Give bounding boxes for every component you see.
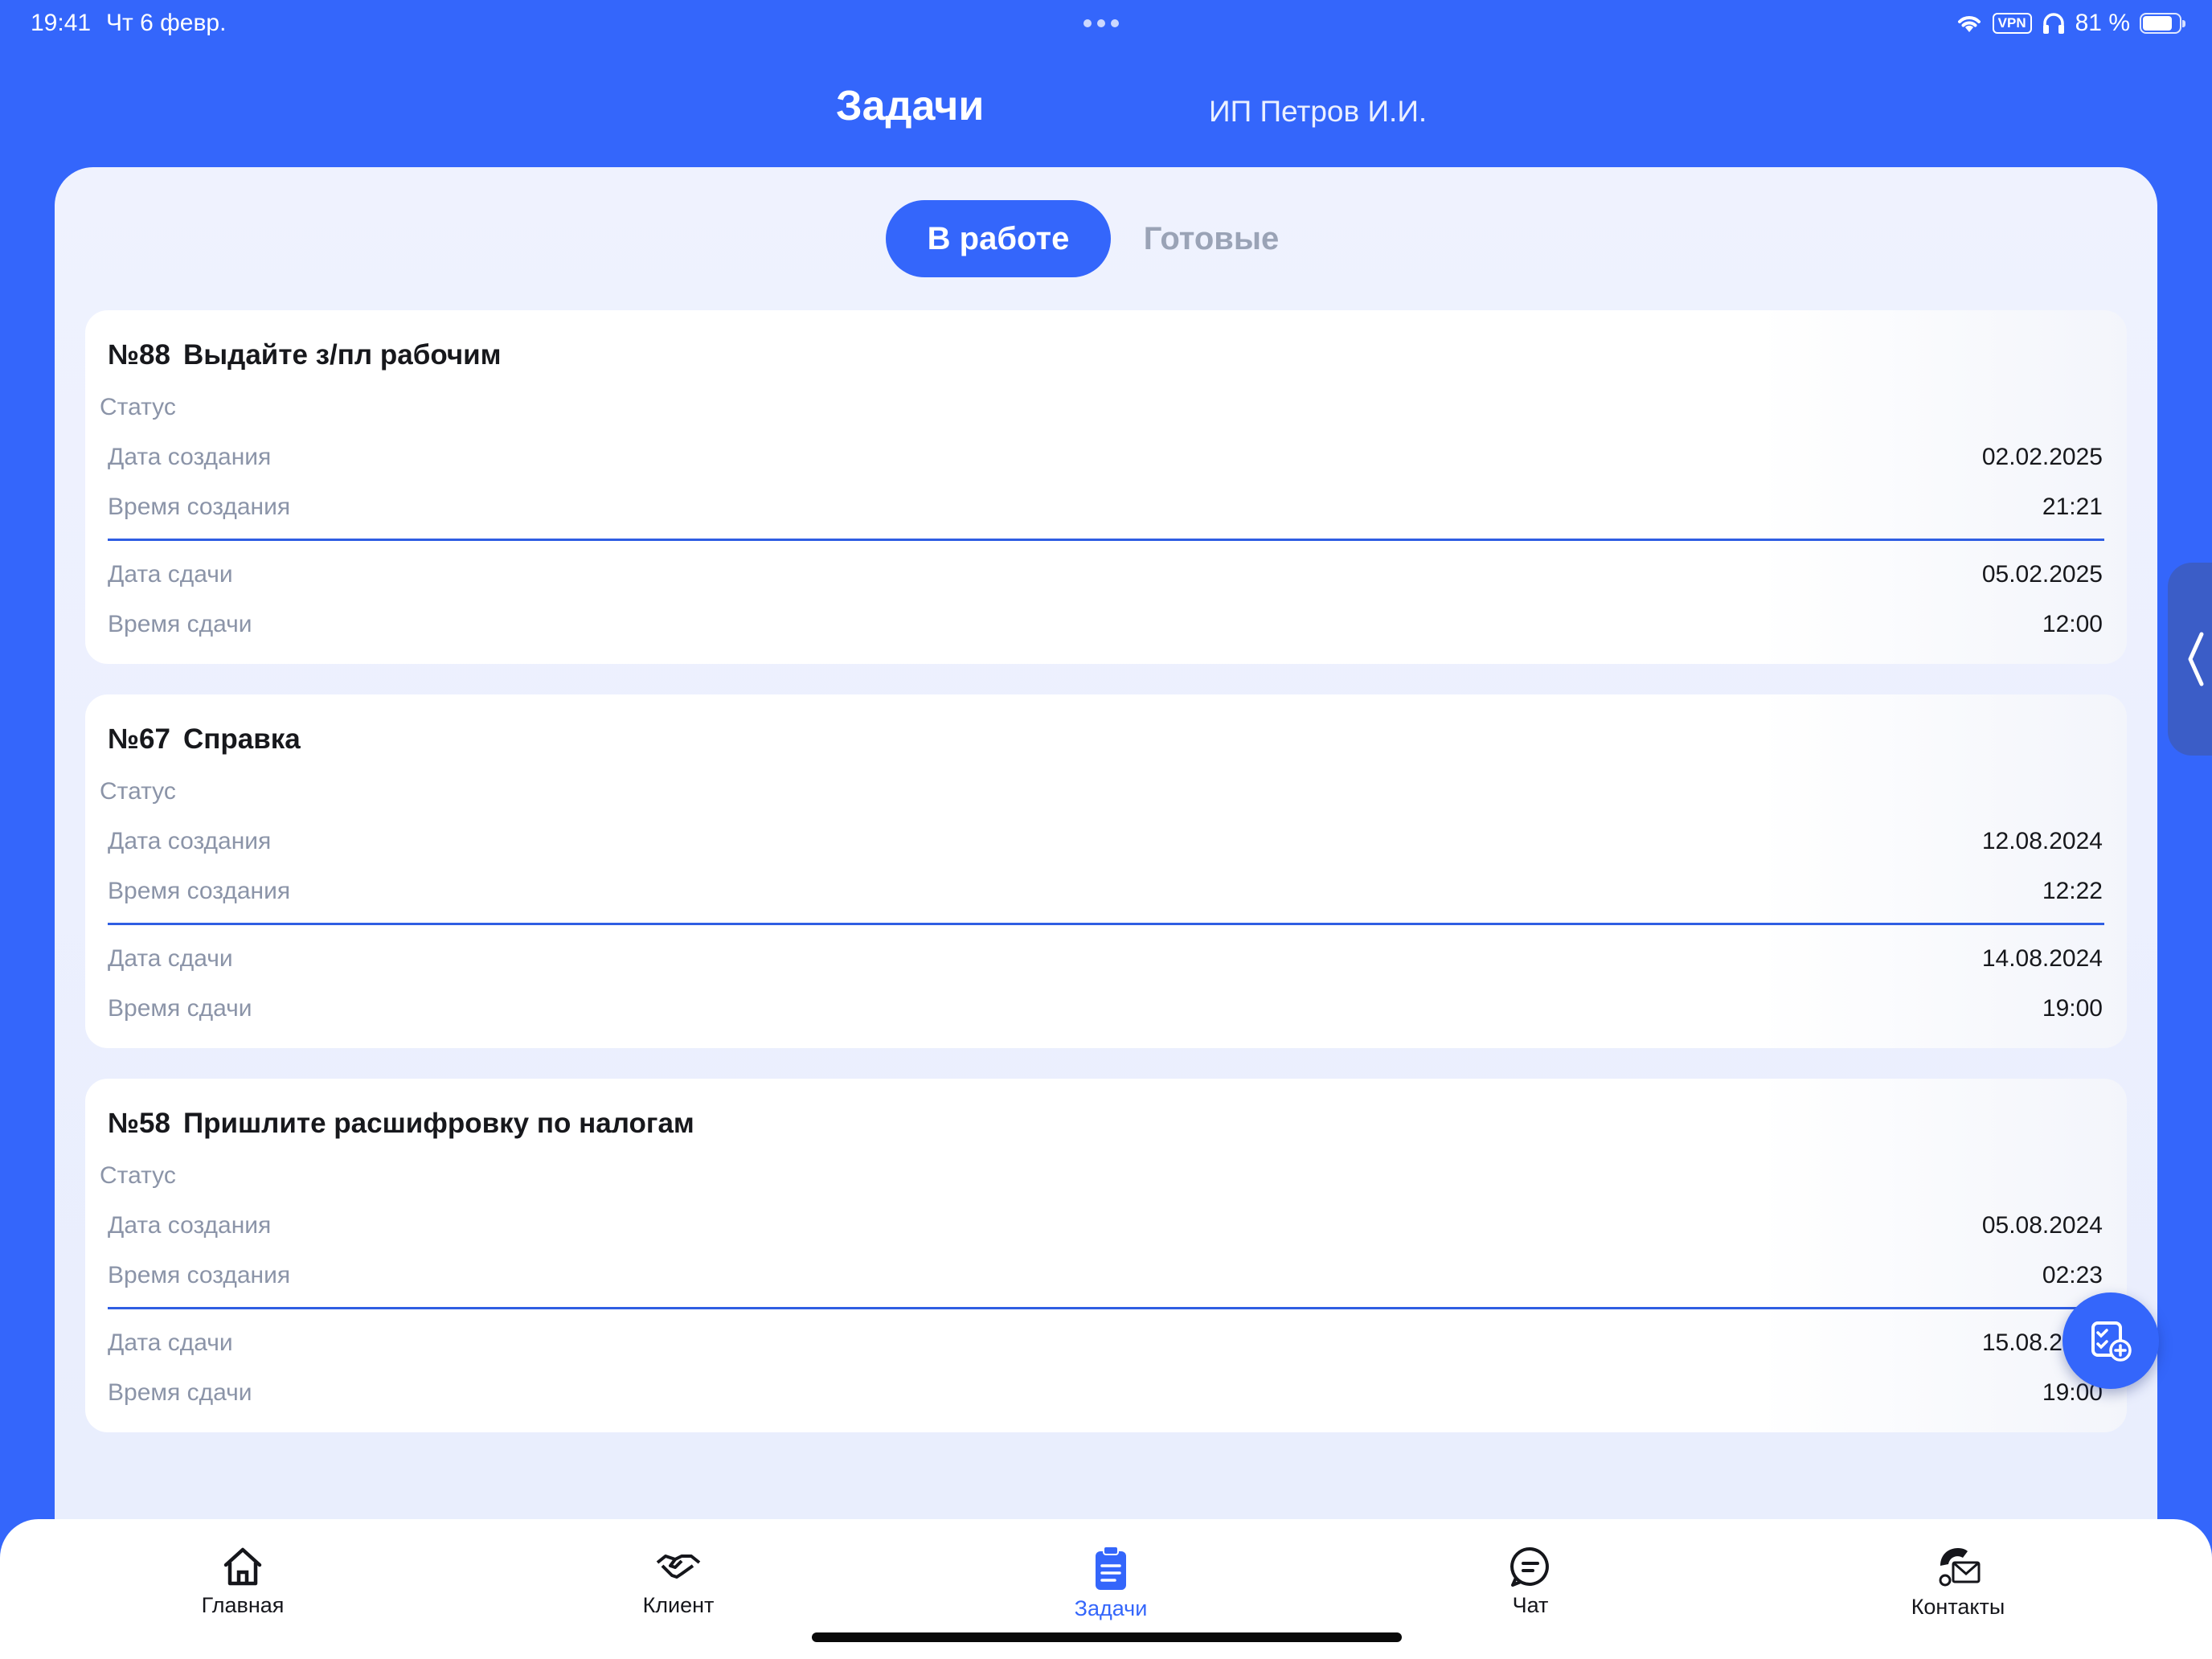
- due-time-label: Время сдачи: [108, 1379, 252, 1406]
- task-title: №58 Пришлите расшифровку по налогам: [108, 1108, 694, 1140]
- add-task-icon: [2091, 1321, 2132, 1362]
- due-date-label: Дата сдачи: [108, 561, 233, 588]
- chat-bubble-icon: [1510, 1546, 1549, 1587]
- created-time-label: Время создания: [108, 1262, 291, 1288]
- home-indicator[interactable]: [812, 1632, 1402, 1642]
- created-time-value: 12:22: [2042, 878, 2103, 904]
- nav-tasks-label: Задачи: [1074, 1596, 1148, 1620]
- task-card[interactable]: №67 Справка Статус Дата создания 12.08.20…: [85, 694, 2127, 1048]
- nav-client[interactable]: Клиент: [574, 1545, 783, 1618]
- handshake-icon: [656, 1555, 701, 1579]
- created-time-label: Время создания: [108, 494, 291, 520]
- vpn-badge: VPN: [1992, 13, 2032, 34]
- card-divider: [108, 923, 2104, 925]
- due-time-label: Время сдачи: [108, 995, 252, 1022]
- nav-client-label: Клиент: [642, 1593, 715, 1617]
- status-indicators: VPN 81 %: [1956, 10, 2185, 37]
- task-filter-segment: В работе Готовые: [886, 200, 1312, 277]
- nav-chat[interactable]: Чат: [1426, 1545, 1635, 1618]
- task-title: №88 Выдайте з/пл рабочим: [108, 339, 502, 371]
- due-time-label: Время сдачи: [108, 611, 252, 637]
- task-name: Выдайте з/пл рабочим: [182, 339, 502, 371]
- status-label: Статус: [100, 778, 176, 805]
- status-time: 19:41: [31, 10, 92, 36]
- task-card[interactable]: №88 Выдайте з/пл рабочим Статус Дата созд…: [85, 310, 2127, 664]
- status-label: Статус: [100, 1162, 176, 1189]
- created-date-value: 05.08.2024: [1981, 1212, 2103, 1239]
- created-date-label: Дата создания: [108, 444, 272, 470]
- chevron-left-icon: [2188, 632, 2204, 686]
- task-name: Пришлите расшифровку по налогам: [182, 1108, 694, 1139]
- due-date-value: 14.08.2024: [1981, 945, 2103, 972]
- created-date-label: Дата создания: [108, 1212, 272, 1239]
- due-time-value: 12:00: [2042, 611, 2103, 637]
- wifi-icon: [1957, 16, 1981, 32]
- created-time-value: 21:21: [2042, 494, 2103, 520]
- headphones-icon: [2042, 13, 2064, 34]
- task-card[interactable]: №58 Пришлите расшифровку по налогам Стату…: [85, 1079, 2127, 1432]
- side-panel-handle[interactable]: [2168, 563, 2212, 756]
- due-date-label: Дата сдачи: [108, 945, 233, 972]
- clipboard-icon: [1096, 1546, 1126, 1590]
- task-number: №88: [108, 339, 170, 371]
- created-time-label: Время создания: [108, 878, 291, 904]
- status-label: Статус: [100, 394, 176, 420]
- task-number: №67: [108, 723, 170, 755]
- due-date-value: 05.02.2025: [1981, 561, 2103, 588]
- task-name: Справка: [182, 723, 301, 755]
- battery-icon: [2140, 13, 2185, 34]
- add-task-button[interactable]: [2062, 1292, 2159, 1389]
- task-number: №58: [108, 1108, 170, 1139]
- nav-chat-label: Чат: [1512, 1593, 1549, 1617]
- tab-done[interactable]: Готовые: [1111, 200, 1312, 277]
- created-date-value: 02.02.2025: [1981, 444, 2103, 470]
- tab-in-progress[interactable]: В работе: [886, 200, 1111, 277]
- created-date-label: Дата создания: [108, 828, 272, 854]
- status-date: Чт 6 февр.: [106, 10, 227, 36]
- phone-envelope-icon: [1939, 1548, 1981, 1587]
- nav-contacts[interactable]: Контакты: [1854, 1545, 2062, 1620]
- card-divider: [108, 1307, 2104, 1309]
- status-bar: 19:41 Чт 6 февр. VPN 81 %: [0, 0, 2212, 51]
- task-title: №67 Справка: [108, 723, 301, 756]
- created-time-value: 02:23: [2042, 1262, 2103, 1288]
- nav-home[interactable]: Главная: [138, 1545, 347, 1618]
- card-divider: [108, 539, 2104, 541]
- page-title: Задачи: [836, 83, 985, 129]
- due-time-value: 19:00: [2042, 995, 2103, 1022]
- nav-tasks[interactable]: Задачи: [1006, 1545, 1215, 1621]
- nav-home-label: Главная: [201, 1593, 285, 1617]
- created-date-value: 12.08.2024: [1981, 828, 2103, 854]
- client-name[interactable]: ИП Петров И.И.: [1209, 95, 1427, 129]
- multitasking-dots-icon[interactable]: [1083, 19, 1119, 27]
- battery-percent: 81 %: [2075, 10, 2130, 36]
- due-date-label: Дата сдачи: [108, 1329, 233, 1356]
- home-icon: [223, 1547, 262, 1586]
- nav-contacts-label: Контакты: [1911, 1595, 2005, 1619]
